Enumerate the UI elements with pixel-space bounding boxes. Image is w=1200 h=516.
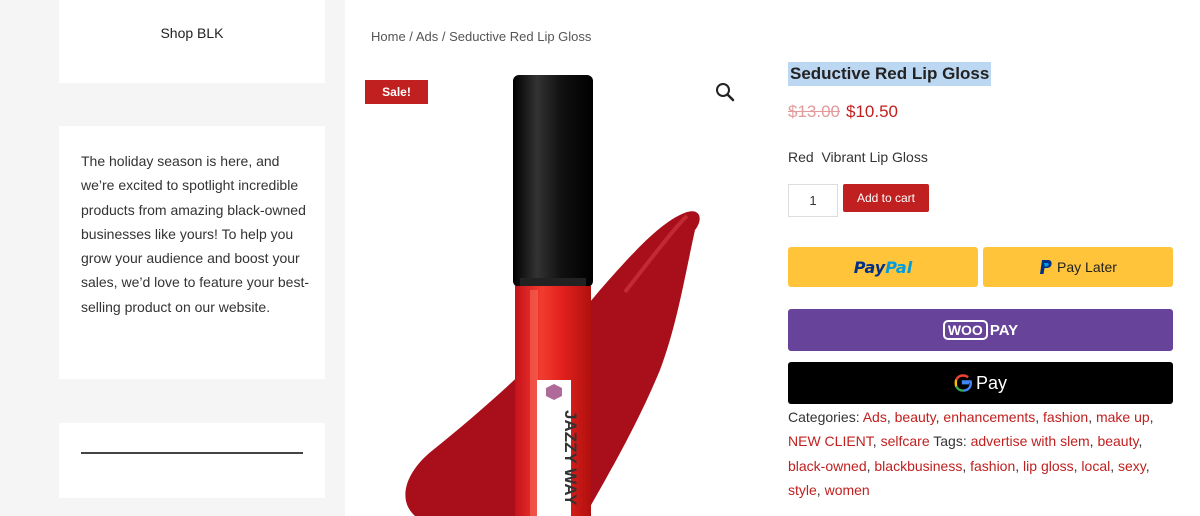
promo-card: The holiday season is here, and we’re ex… xyxy=(59,126,325,379)
tag-link[interactable]: local xyxy=(1081,458,1110,474)
meta-separator: , xyxy=(1145,457,1150,474)
meta-separator: , xyxy=(1088,409,1096,425)
gpay-label: Pay xyxy=(975,372,1008,393)
product-title: Seductive Red Lip Gloss xyxy=(788,62,992,86)
magnifier-icon[interactable] xyxy=(713,80,737,104)
category-link[interactable]: Ads xyxy=(863,409,887,425)
breadcrumb-sep: / xyxy=(438,29,450,44)
divider-line xyxy=(81,452,303,454)
tags-label: Tags: xyxy=(929,433,971,450)
tag-link[interactable]: beauty xyxy=(1097,433,1138,449)
category-link[interactable]: make up xyxy=(1096,409,1150,425)
paylater-label: Pay Later xyxy=(1057,259,1117,275)
meta-separator: , xyxy=(886,409,895,425)
woopay-button[interactable]: WOO PAY xyxy=(788,309,1173,351)
google-pay-button[interactable]: Pay xyxy=(788,362,1173,404)
woopay-logo: WOO PAY xyxy=(942,320,1018,340)
breadcrumb-home[interactable]: Home xyxy=(371,29,406,44)
meta-separator: , xyxy=(1035,409,1044,425)
tag-link[interactable]: sexy xyxy=(1118,458,1146,474)
tag-link[interactable]: advertise with slem xyxy=(971,433,1090,449)
meta-separator: , xyxy=(1015,457,1024,474)
tag-link[interactable]: style xyxy=(788,482,817,498)
meta-separator: , xyxy=(1138,433,1143,450)
google-g-icon xyxy=(954,374,972,392)
add-to-cart-button[interactable]: Add to cart xyxy=(843,184,929,212)
short-description: Red Vibrant Lip Gloss xyxy=(788,149,928,165)
category-link[interactable]: fashion xyxy=(1043,409,1088,425)
old-price: $13.00 xyxy=(788,102,840,121)
category-link[interactable]: NEW CLIENT xyxy=(788,433,873,449)
meta-separator: , xyxy=(872,433,881,450)
paypal-logo: PayPal xyxy=(853,257,913,277)
category-link[interactable]: selfcare xyxy=(881,433,930,449)
tube-brand: JAZZY WAY xyxy=(561,410,580,506)
tag-link[interactable]: blackbusiness xyxy=(874,458,962,474)
paylater-button[interactable]: Pay Later xyxy=(983,247,1173,287)
category-link[interactable]: beauty xyxy=(895,409,936,425)
product-image[interactable]: JAZZY WAY xyxy=(385,60,725,516)
shop-title[interactable]: Shop BLK xyxy=(59,25,325,41)
product-main: Home / Ads / Seductive Red Lip Gloss JAZ… xyxy=(345,0,1200,516)
tag-link[interactable]: fashion xyxy=(970,458,1015,474)
quantity-input[interactable] xyxy=(788,184,838,217)
meta-separator: , xyxy=(816,481,825,498)
meta-separator: , xyxy=(1149,409,1154,425)
product-meta: Categories: Ads, beauty, enhancements, f… xyxy=(788,405,1178,502)
paypal-p-icon xyxy=(1040,260,1052,274)
tag-link[interactable]: women xyxy=(825,482,870,498)
shop-card: Shop BLK xyxy=(59,0,325,83)
tag-link[interactable]: black-owned xyxy=(788,458,867,474)
breadcrumb-ads[interactable]: Ads xyxy=(416,29,438,44)
sale-badge: Sale! xyxy=(365,80,428,104)
meta-separator: , xyxy=(962,457,971,474)
breadcrumb-current: Seductive Red Lip Gloss xyxy=(449,29,592,44)
categories-label: Categories: xyxy=(788,409,863,425)
meta-separator: , xyxy=(1110,457,1118,474)
sale-price: $10.50 xyxy=(846,102,898,121)
tag-link[interactable]: lip gloss xyxy=(1023,458,1074,474)
breadcrumb-sep: / xyxy=(405,29,416,44)
paypal-button[interactable]: PayPal xyxy=(788,247,978,287)
breadcrumb: Home / Ads / Seductive Red Lip Gloss xyxy=(371,29,591,44)
promo-text: The holiday season is here, and we’re ex… xyxy=(81,153,310,315)
product-price: $13.00 $10.50 xyxy=(788,102,898,122)
divider-card xyxy=(59,423,325,498)
category-link[interactable]: enhancements xyxy=(943,409,1035,425)
